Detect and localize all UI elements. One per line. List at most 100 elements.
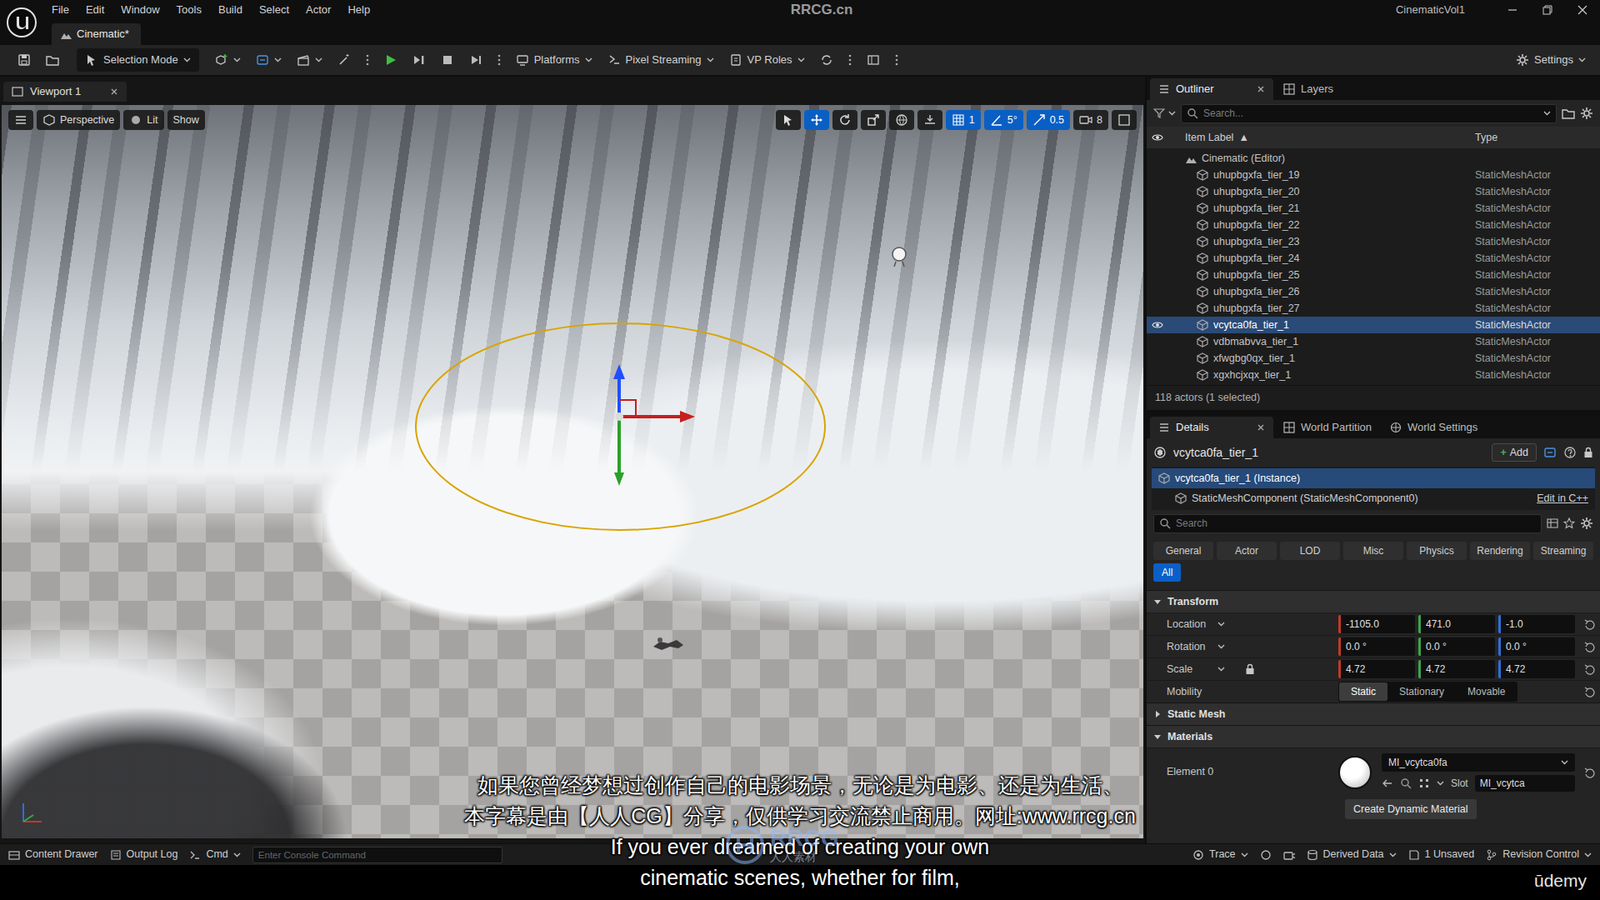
view-mode-button[interactable]: Perspective bbox=[36, 110, 120, 130]
panel-tab[interactable]: Details bbox=[1150, 416, 1274, 439]
tree-row[interactable]: vcytca0fa_tier_1StaticMeshActor bbox=[1146, 316, 1600, 334]
property-dropdown[interactable]: Rotation bbox=[1166, 639, 1225, 655]
component-row[interactable]: vcytca0fa_tier_1 (Instance) bbox=[1151, 468, 1595, 489]
tree-row[interactable]: uhupbgxfa_tier_20StaticMeshActor bbox=[1146, 183, 1600, 200]
cinematics-button[interactable] bbox=[290, 48, 329, 72]
close-icon[interactable] bbox=[110, 87, 119, 96]
reset-arrow-icon[interactable] bbox=[1583, 766, 1595, 779]
table-view-icon[interactable] bbox=[1546, 517, 1559, 530]
reset-arrow-icon[interactable] bbox=[1583, 685, 1595, 698]
lock-icon[interactable] bbox=[1583, 446, 1594, 459]
number-field[interactable]: 0.0 ° bbox=[1498, 637, 1575, 656]
column-header[interactable]: Item Label▲ bbox=[1168, 130, 1475, 146]
settings-icon[interactable] bbox=[1580, 516, 1594, 530]
filter-button[interactable]: Actor bbox=[1216, 541, 1277, 560]
status-button[interactable]: Output Log bbox=[110, 846, 179, 863]
vp-roles-button[interactable]: VP Roles bbox=[723, 48, 811, 72]
tree-row[interactable]: xgxhcjxqx_tier_1StaticMeshActor bbox=[1146, 366, 1600, 384]
add-actor-button[interactable] bbox=[209, 48, 247, 72]
status-button[interactable]: 1 Unsaved bbox=[1408, 846, 1475, 863]
filter-button[interactable]: Rendering bbox=[1470, 541, 1530, 560]
number-field[interactable]: 0.0 ° bbox=[1418, 637, 1495, 656]
mobility-option[interactable]: Movable bbox=[1455, 682, 1517, 701]
section-header[interactable]: Materials bbox=[1146, 725, 1600, 748]
settings-button[interactable]: Settings bbox=[1510, 48, 1592, 72]
viewport-tab[interactable]: Viewport 1 bbox=[3, 81, 127, 102]
menu-item[interactable]: Actor bbox=[297, 1, 340, 19]
section-header[interactable]: Transform bbox=[1146, 590, 1600, 613]
material-thumbnail[interactable] bbox=[1338, 755, 1372, 790]
reset-arrow-icon[interactable] bbox=[1583, 618, 1595, 630]
screenshot-icon[interactable] bbox=[1283, 849, 1295, 861]
close-button[interactable] bbox=[1565, 0, 1600, 20]
material-options-icon[interactable] bbox=[1418, 777, 1430, 790]
visibility-icon[interactable] bbox=[1151, 319, 1164, 331]
panel-tab[interactable]: Layers bbox=[1275, 78, 1342, 100]
number-field[interactable]: 4.72 bbox=[1338, 660, 1415, 679]
camera-speed-button[interactable]: 8 bbox=[1073, 110, 1109, 130]
tree-row[interactable]: Cinematic (Editor) bbox=[1146, 150, 1600, 167]
filter-button[interactable]: LOD bbox=[1280, 541, 1340, 560]
browse-icon[interactable] bbox=[1400, 777, 1412, 790]
viewport-menu-button[interactable] bbox=[8, 110, 34, 130]
tree-row[interactable]: uhupbgxfa_tier_22StaticMeshActor bbox=[1146, 216, 1600, 234]
section-header[interactable]: Static Mesh bbox=[1146, 702, 1600, 725]
maximize-viewport-button[interactable] bbox=[1111, 110, 1137, 130]
transform-tool-button[interactable] bbox=[832, 110, 858, 130]
tree-row[interactable]: uhupbgxfa_tier_23StaticMeshActor bbox=[1146, 233, 1600, 250]
edit-in-cpp-link[interactable]: Edit in C++ bbox=[1536, 490, 1595, 507]
eject-button[interactable] bbox=[463, 48, 489, 72]
number-field[interactable]: -1105.0 bbox=[1338, 615, 1415, 634]
camera-mesh[interactable] bbox=[888, 245, 910, 267]
show-button[interactable]: Show bbox=[167, 110, 205, 130]
layout-button[interactable] bbox=[860, 48, 886, 72]
component-row[interactable]: StaticMeshComponent (StaticMeshComponent… bbox=[1151, 488, 1595, 509]
property-dropdown[interactable]: Location bbox=[1166, 616, 1225, 633]
mobility-option[interactable]: Static bbox=[1339, 682, 1388, 701]
menu-item[interactable]: Window bbox=[112, 1, 168, 19]
panel-tab[interactable]: World Partition bbox=[1275, 416, 1380, 439]
modeling-button[interactable] bbox=[331, 48, 357, 72]
tree-row[interactable]: xfwgbg0qx_tier_1StaticMeshActor bbox=[1146, 350, 1600, 367]
save-button[interactable] bbox=[11, 48, 37, 72]
material-dropdown[interactable]: MI_vcytca0fa bbox=[1381, 753, 1575, 772]
add-folder-icon[interactable] bbox=[1561, 106, 1575, 120]
slot-name[interactable]: MI_vcytca bbox=[1475, 775, 1575, 792]
menu-item[interactable]: Select bbox=[250, 1, 298, 19]
play-button[interactable] bbox=[378, 48, 404, 72]
unreal-logo-icon[interactable] bbox=[5, 6, 38, 39]
status-button[interactable]: Trace bbox=[1192, 846, 1249, 863]
console-input[interactable] bbox=[252, 846, 503, 864]
stop-button[interactable] bbox=[435, 48, 460, 72]
number-field[interactable]: 4.72 bbox=[1418, 660, 1495, 679]
surface-snap-button[interactable] bbox=[917, 110, 943, 130]
favorite-star-icon[interactable] bbox=[1563, 517, 1575, 530]
panel-tab[interactable]: World Settings bbox=[1381, 416, 1486, 439]
tree-row[interactable]: uhupbgxfa_tier_24StaticMeshActor bbox=[1146, 250, 1600, 267]
minimize-button[interactable] bbox=[1495, 0, 1530, 20]
transform-gizmo[interactable] bbox=[606, 362, 707, 488]
property-dropdown[interactable]: Scale bbox=[1166, 661, 1225, 678]
record-icon[interactable] bbox=[1260, 849, 1272, 861]
tree-row[interactable]: uhupbgxfa_tier_21StaticMeshActor bbox=[1146, 200, 1600, 217]
lock-icon[interactable] bbox=[1245, 663, 1255, 675]
transform-tool-button[interactable] bbox=[860, 110, 886, 130]
filter-button[interactable]: Misc bbox=[1343, 541, 1404, 560]
viewport-scene[interactable]: PerspectiveLitShow15°0.58 bbox=[1, 105, 1144, 839]
create-dynamic-material-button[interactable]: Create Dynamic Material bbox=[1345, 799, 1477, 820]
tree-row[interactable]: uhupbgxfa_tier_27StaticMeshActor bbox=[1146, 300, 1600, 317]
snap-button[interactable]: 0.5 bbox=[1026, 110, 1070, 130]
column-header[interactable]: Type bbox=[1475, 130, 1600, 146]
selection-mode-button[interactable]: Selection Mode bbox=[76, 48, 200, 72]
use-selected-icon[interactable] bbox=[1381, 777, 1394, 790]
menu-item[interactable]: Tools bbox=[168, 1, 210, 19]
pixel-streaming-button[interactable]: Pixel Streaming bbox=[601, 48, 720, 72]
snap-button[interactable]: 1 bbox=[945, 110, 981, 130]
filter-button[interactable]: All bbox=[1153, 563, 1181, 582]
filter-button[interactable] bbox=[1153, 107, 1176, 120]
step-button[interactable] bbox=[406, 48, 432, 72]
reset-arrow-icon[interactable] bbox=[1583, 663, 1595, 675]
tree-row[interactable]: uhupbgxfa_tier_19StaticMeshActor bbox=[1146, 166, 1600, 184]
blueprint-icon[interactable] bbox=[1543, 445, 1557, 460]
mobility-option[interactable]: Stationary bbox=[1387, 682, 1456, 701]
